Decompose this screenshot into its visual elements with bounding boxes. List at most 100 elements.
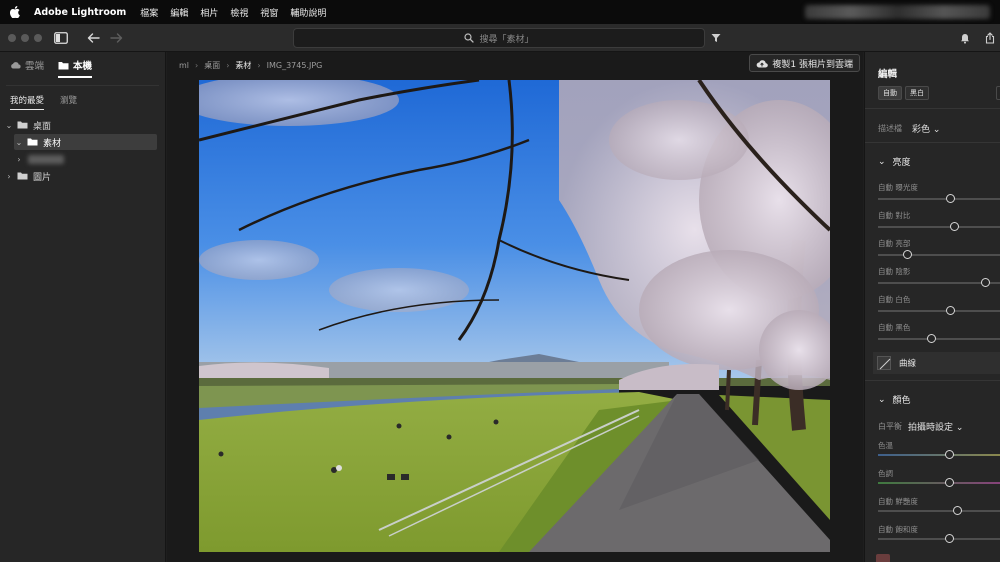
shadows-slider[interactable] — [878, 278, 1000, 287]
breadcrumb: ml › 桌面 › 素材 › IMG_3745.JPG — [179, 60, 322, 71]
chevron-right-icon[interactable]: › — [14, 155, 24, 164]
slider-knob[interactable] — [946, 194, 956, 203]
chevron-down-icon: ⌄ — [932, 125, 941, 135]
chevron-right-icon: › — [257, 61, 261, 70]
color-section-title: 顏色 — [892, 396, 911, 406]
source-tabs: 雲端 本機 — [6, 52, 159, 86]
share-button[interactable] — [982, 30, 998, 46]
tab-local-label: 本機 — [73, 61, 93, 72]
vibrance-slider[interactable] — [878, 506, 1000, 515]
blacks-slider[interactable] — [878, 334, 1000, 343]
white-balance-value: 拍攝時設定 — [908, 423, 954, 433]
cloud-icon — [11, 62, 21, 69]
highlights-slider[interactable] — [878, 250, 1000, 259]
white-balance-label: 白平衡 — [878, 422, 902, 431]
copy-to-cloud-button[interactable]: 複製1 張相片到雲端 — [749, 54, 860, 72]
breadcrumb-filename: IMG_3745.JPG — [266, 61, 323, 70]
auto-button[interactable]: 自動 — [878, 86, 902, 100]
panel-toggle-button[interactable] — [53, 30, 69, 46]
overflow-button[interactable] — [996, 86, 1000, 100]
folder-icon — [58, 61, 69, 69]
menu-window[interactable]: 視窗 — [260, 6, 278, 19]
tree-item-materials[interactable]: ⌄ 素材 — [14, 134, 157, 150]
slider-knob[interactable] — [945, 534, 955, 543]
breadcrumb-item[interactable]: ml — [179, 61, 189, 70]
tab-local[interactable]: 本機 — [58, 58, 93, 78]
tree-item-blurred[interactable]: › — [14, 151, 157, 167]
tone-curve-row[interactable]: 曲線 — [873, 352, 1000, 374]
copy-to-cloud-label: 複製1 張相片到雲端 — [772, 59, 853, 70]
whites-label: 自動 白色 — [878, 295, 911, 304]
exposure-slider[interactable] — [878, 194, 1000, 203]
chevron-down-icon[interactable]: ⌄ — [14, 138, 24, 147]
slider-knob[interactable] — [945, 478, 955, 487]
slider-knob[interactable] — [950, 222, 960, 231]
slider-knob[interactable] — [981, 278, 991, 287]
chevron-down-icon[interactable]: ⌄ — [4, 121, 14, 130]
tab-cloud-label: 雲端 — [25, 61, 45, 72]
filter-button[interactable] — [708, 30, 724, 46]
minimize-window-button[interactable] — [21, 34, 29, 42]
tone-curve-label: 曲線 — [899, 359, 917, 369]
light-section-header[interactable]: ⌄ 亮度 — [878, 155, 911, 169]
apple-icon[interactable] — [10, 6, 20, 18]
slider-knob[interactable] — [952, 506, 962, 515]
menu-photo[interactable]: 相片 — [200, 6, 218, 19]
close-window-button[interactable] — [8, 34, 16, 42]
cloud-upload-icon — [757, 59, 769, 68]
zoom-window-button[interactable] — [34, 34, 42, 42]
saturation-slider[interactable] — [878, 534, 1000, 543]
black-white-button[interactable]: 黑白 — [905, 86, 929, 100]
mode-buttons: 自動 黑白 — [878, 86, 929, 100]
back-button[interactable] — [85, 30, 101, 46]
edit-panel-title: 編輯 — [878, 69, 898, 80]
slider-knob[interactable] — [902, 250, 912, 259]
menu-file[interactable]: 檔案 — [140, 6, 158, 19]
notifications-button[interactable] — [957, 30, 973, 46]
chevron-down-icon: ⌄ — [878, 156, 886, 167]
whites-slider[interactable] — [878, 306, 1000, 315]
tab-browse[interactable]: 瀏覽 — [60, 94, 77, 110]
slider-knob[interactable] — [945, 450, 955, 459]
tree-item-pictures[interactable]: › 圖片 — [4, 168, 157, 184]
tint-slider[interactable] — [878, 478, 1000, 487]
divider — [865, 380, 1000, 381]
tab-favorites[interactable]: 我的最愛 — [10, 94, 45, 110]
temperature-slider[interactable] — [878, 450, 1000, 459]
profile-label: 描述檔 — [878, 124, 902, 133]
exposure-label: 自動 曝光度 — [878, 183, 918, 192]
edit-panel: 編輯 自動 黑白 描述檔 彩色 ⌄ ⌄ 亮度 自動 曝光度 自動 對比 自動 亮… — [864, 52, 1000, 562]
folder-icon — [17, 172, 28, 180]
forward-button[interactable] — [108, 30, 124, 46]
tree-item-desktop[interactable]: ⌄ 桌面 — [4, 117, 157, 133]
color-mixer-swatch[interactable] — [876, 554, 890, 562]
slider-knob[interactable] — [946, 306, 956, 315]
profile-dropdown[interactable]: 彩色 ⌄ — [912, 122, 940, 135]
breadcrumb-item[interactable]: 桌面 — [204, 60, 220, 71]
menu-edit[interactable]: 編輯 — [170, 6, 188, 19]
tint-label: 色調 — [878, 469, 893, 478]
filter-icon — [711, 34, 721, 42]
main-photo[interactable] — [199, 80, 830, 552]
menu-view[interactable]: 檢視 — [230, 6, 248, 19]
chevron-right-icon[interactable]: › — [4, 172, 14, 181]
photo-view: ml › 桌面 › 素材 › IMG_3745.JPG 複製1 張相片到雲端 — [167, 52, 863, 562]
search-input[interactable]: 搜尋「素材」 — [293, 28, 705, 48]
slider-knob[interactable] — [927, 334, 937, 343]
title-bar: 搜尋「素材」 — [0, 24, 1000, 52]
color-section-header[interactable]: ⌄ 顏色 — [878, 393, 911, 407]
white-balance-dropdown[interactable]: 拍攝時設定 ⌄ — [908, 420, 963, 433]
menu-help[interactable]: 輔助說明 — [290, 6, 326, 19]
tab-cloud[interactable]: 雲端 — [10, 58, 44, 76]
left-panel: 雲端 本機 我的最愛 瀏覽 ⌄ 桌面 ⌄ 素材 › › 圖片 — [0, 52, 166, 562]
contrast-slider[interactable] — [878, 222, 1000, 231]
light-section-title: 亮度 — [892, 158, 911, 168]
arrow-left-icon — [87, 33, 100, 43]
app-menu[interactable]: Adobe Lightroom — [34, 7, 126, 18]
tree-item-label: 圖片 — [33, 172, 52, 183]
share-icon — [985, 32, 995, 44]
sidebar-icon — [54, 32, 68, 44]
folder-tree: ⌄ 桌面 ⌄ 素材 › › 圖片 — [0, 110, 165, 184]
sub-tabs: 我的最愛 瀏覽 — [0, 86, 165, 110]
breadcrumb-item[interactable]: 素材 — [235, 60, 251, 71]
